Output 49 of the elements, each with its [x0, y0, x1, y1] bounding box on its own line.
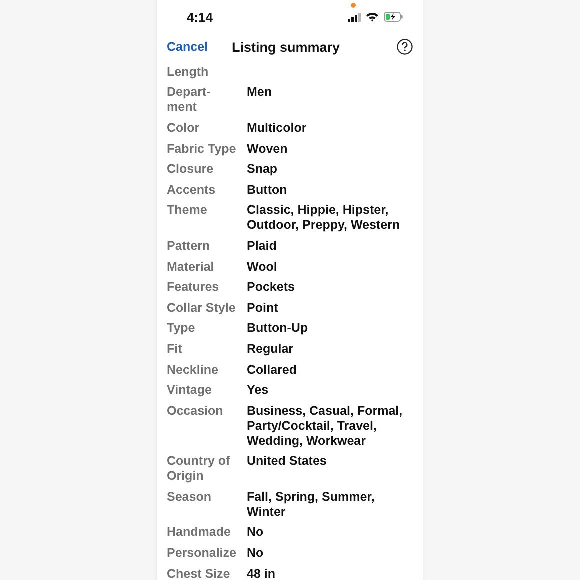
privacy-dot-icon	[351, 3, 356, 8]
attribute-value: Point	[247, 300, 278, 316]
attribute-value: Regular	[247, 342, 294, 357]
wifi-icon	[366, 12, 379, 22]
attribute-value: Business, Casual, Formal, Party/Cocktail, Travel, Wedding, Workwear	[247, 404, 403, 449]
help-icon[interactable]	[397, 39, 413, 55]
attribute-value: No	[247, 546, 264, 562]
attribute-label: Depart- ment	[167, 85, 212, 116]
attribute-label: Pattern	[167, 238, 212, 254]
attribute-value: No	[247, 525, 264, 540]
attribute-label: Collar Style	[167, 300, 237, 316]
attribute-label: Occasion	[167, 404, 224, 420]
attribute-value: Plaid	[247, 238, 277, 254]
attribute-label: Handmade	[167, 525, 232, 540]
attribute-label: Neckline	[167, 362, 220, 378]
status-time: 4:14	[187, 10, 214, 24]
attribute-value: Multicolor	[247, 120, 307, 136]
attribute-value: Classic, Hippie, Hipster, Outdoor, Preppy, Western	[247, 203, 400, 234]
attribute-label: Material	[167, 260, 216, 275]
attribute-label: Fabric Type	[167, 142, 238, 157]
battery-charging-icon	[384, 12, 403, 22]
attribute-label: Theme	[167, 203, 208, 220]
attribute-label: Fit	[167, 342, 184, 357]
attribute-value: Button	[247, 182, 288, 198]
attribute-value: Fall, Spring, Summer, Winter	[247, 490, 375, 520]
screen-title: Listing summary	[232, 40, 340, 54]
attribute-label: Personalize	[167, 546, 238, 562]
attribute-value: Wool	[247, 260, 278, 275]
attribute-label: Country of Origin	[167, 454, 232, 484]
attribute-value: United States	[247, 454, 327, 470]
attribute-label: Closure	[167, 162, 215, 178]
attribute-value: 48 in	[247, 566, 276, 580]
attribute-label: Vintage	[167, 383, 213, 398]
attribute-value: Button-Up	[247, 321, 308, 336]
attribute-label: Chest Size	[167, 566, 232, 580]
attribute-value: Snap	[247, 162, 278, 178]
attribute-label: Color	[167, 120, 201, 136]
attribute-value: Yes	[247, 383, 269, 398]
attribute-label: Features	[167, 280, 220, 296]
cancel-button[interactable]: Cancel	[167, 40, 208, 54]
attribute-value: Collared	[247, 362, 298, 378]
attribute-value: Woven	[247, 142, 288, 157]
attribute-label: Length	[167, 64, 210, 80]
attribute-value: Men	[247, 85, 272, 102]
attribute-label: Season	[167, 490, 212, 506]
signal-icon	[348, 12, 361, 22]
attribute-value: Pockets	[247, 280, 295, 296]
attribute-label: Type	[167, 321, 196, 336]
attribute-label: Accents	[167, 182, 217, 198]
